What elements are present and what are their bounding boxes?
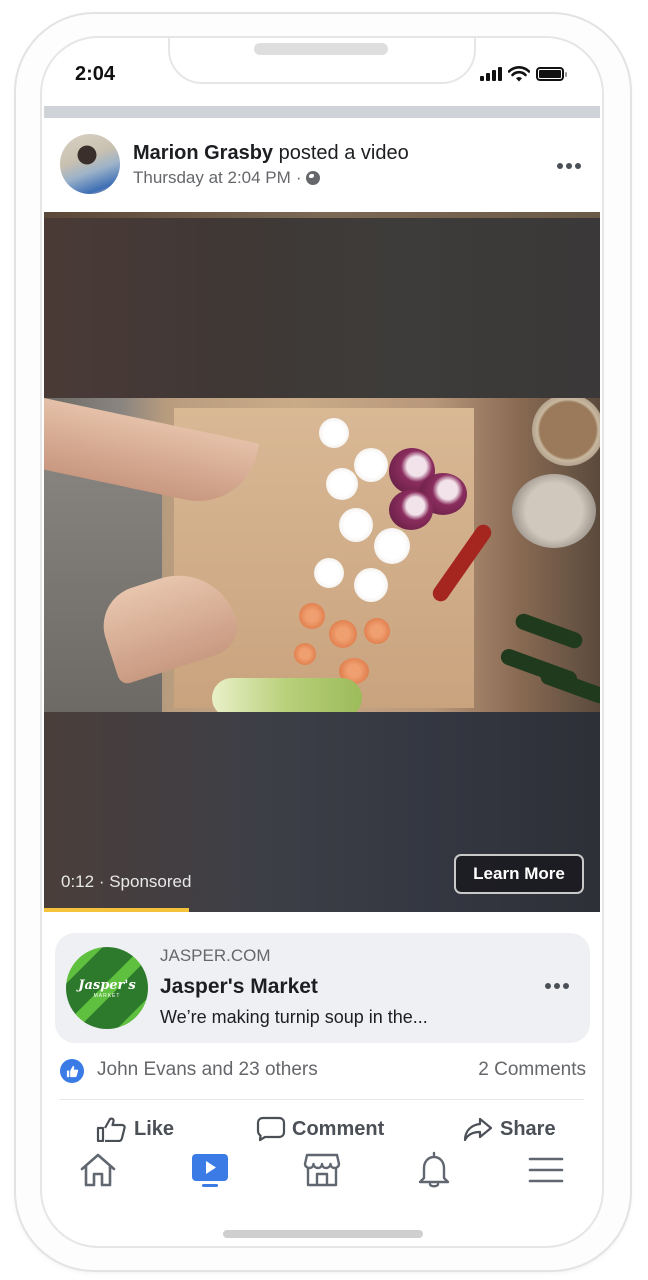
comment-label: Comment — [292, 1117, 385, 1140]
jasper-market-logo: Jasper's MARKET — [66, 947, 148, 1029]
wifi-icon — [508, 66, 530, 82]
bottom-tab-bar — [44, 1148, 600, 1192]
home-icon — [80, 1153, 116, 1187]
tab-marketplace[interactable] — [300, 1148, 344, 1192]
comments-count[interactable]: 2 Comments — [478, 1059, 586, 1081]
post-more-button[interactable] — [557, 163, 581, 169]
signal-icon — [480, 67, 502, 81]
post-author-line: Marion Grasby posted a video — [133, 142, 409, 165]
watch-icon — [192, 1154, 228, 1187]
comment-icon — [256, 1116, 286, 1142]
post-timestamp[interactable]: Thursday at 2:04 PM — [133, 168, 291, 188]
share-label: Share — [500, 1117, 556, 1140]
home-indicator[interactable] — [223, 1230, 423, 1238]
menu-icon — [528, 1157, 564, 1183]
video-player[interactable]: 0:12 · Sponsored Learn More — [44, 212, 600, 912]
link-domain: JASPER.COM — [160, 946, 271, 965]
battery-icon — [536, 67, 567, 81]
tab-menu[interactable] — [524, 1148, 568, 1192]
author-name[interactable]: Marion Grasby — [133, 142, 273, 164]
share-button[interactable]: Share — [462, 1116, 556, 1142]
logo-text: Jasper's — [78, 977, 136, 993]
tab-notifications[interactable] — [412, 1148, 456, 1192]
more-dots-icon — [557, 163, 563, 169]
sponsored-label: · Sponsored — [94, 872, 192, 891]
video-elapsed: 0:12 — [61, 872, 95, 891]
video-progress-fill — [44, 908, 189, 912]
video-time: 0:12 · Sponsored — [61, 872, 191, 892]
link-card-more-button[interactable] — [545, 983, 569, 989]
avatar[interactable] — [60, 134, 120, 194]
link-card[interactable]: Jasper's MARKET JASPER.COM Jasper's Mark… — [55, 933, 590, 1043]
tab-watch[interactable] — [188, 1148, 232, 1192]
link-description: We’re making turnip soup in the... — [160, 1007, 428, 1027]
post-action: posted a video — [273, 142, 409, 164]
bell-icon — [418, 1151, 450, 1188]
like-label: Like — [134, 1117, 175, 1140]
phone-speaker — [254, 43, 388, 55]
share-icon — [463, 1117, 493, 1142]
comment-button[interactable]: Comment — [256, 1116, 384, 1142]
reactions-divider — [60, 1099, 584, 1100]
post-meta: Thursday at 2:04 PM · — [133, 168, 321, 188]
post-actions: Like Comment Share — [44, 1116, 600, 1146]
thumbs-up-icon — [96, 1117, 126, 1142]
status-icons — [480, 66, 567, 82]
video-top-edge — [44, 212, 600, 218]
more-dots-icon — [545, 983, 551, 989]
globe-icon — [306, 171, 321, 185]
post-header: Marion Grasby posted a video Thursday at… — [44, 118, 600, 212]
reactions-bar: John Evans and 23 others 2 Comments — [60, 1058, 586, 1084]
meta-separator: · — [295, 168, 302, 187]
video-frame — [44, 398, 600, 712]
status-time: 2:04 — [75, 63, 116, 85]
like-button[interactable]: Like — [96, 1116, 174, 1142]
link-title: Jasper's Market — [160, 975, 318, 998]
marketplace-icon — [303, 1153, 341, 1187]
logo-subtext: MARKET — [93, 992, 121, 999]
feed-divider — [44, 106, 600, 118]
tab-home[interactable] — [76, 1148, 120, 1192]
video-progress-bar[interactable] — [44, 908, 600, 912]
like-reaction-icon — [60, 1059, 84, 1083]
reaction-summary[interactable]: John Evans and 23 others — [97, 1059, 318, 1081]
learn-more-button[interactable]: Learn More — [454, 854, 584, 894]
